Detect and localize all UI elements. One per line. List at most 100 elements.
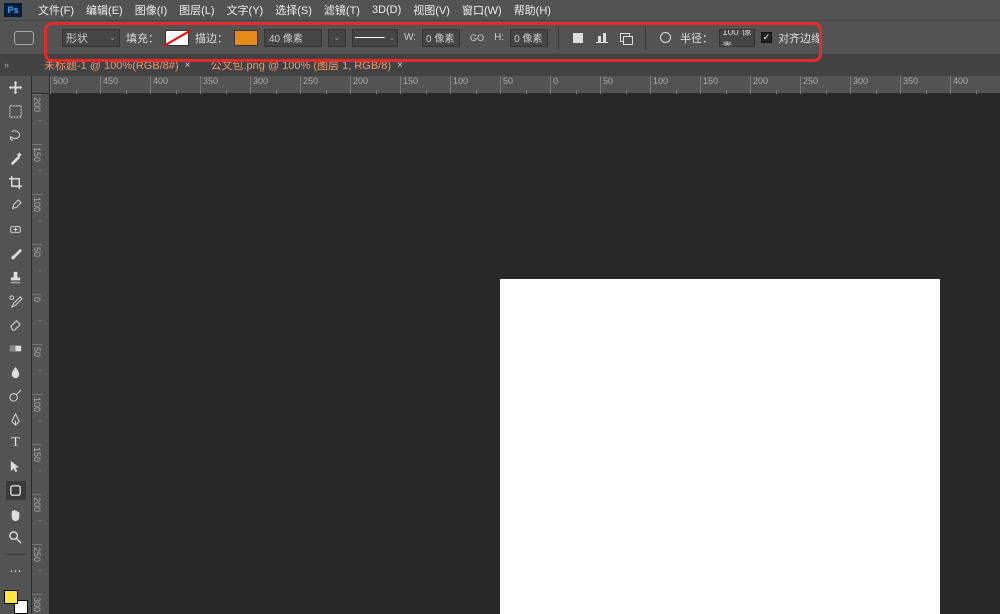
current-tool-icon[interactable]: [14, 31, 34, 45]
document-tab[interactable]: 公文包.png @ 100% (图层 1, RGB/8)×: [211, 57, 403, 73]
ruler-tick: 250: [32, 544, 42, 594]
divider: [6, 554, 26, 555]
ruler-vertical[interactable]: 20015010050050100150200250300350: [32, 94, 50, 614]
ruler-corner: [32, 76, 50, 94]
type-tool[interactable]: T: [6, 433, 26, 453]
dodge-tool[interactable]: [6, 386, 26, 406]
lasso-tool[interactable]: [6, 125, 26, 145]
fill-swatch[interactable]: [165, 30, 189, 46]
main-area: T ⋯ 500450400350300250200150100500501001…: [0, 76, 1000, 614]
square-icon: [573, 33, 583, 43]
tool-mode-label: 形状: [66, 30, 88, 46]
document-tab-bar: 未标题-1 @ 100%(RGB/8#) × 公文包.png @ 100% (图层…: [0, 54, 1000, 76]
canvas-area: 5004504003503002502001501005005010015020…: [32, 76, 1000, 614]
ruler-tick: 300: [850, 76, 900, 94]
ruler-tick: 200: [750, 76, 800, 94]
menu-filter[interactable]: 滤镜(T): [318, 2, 366, 18]
path-align-button[interactable]: [593, 29, 611, 47]
ruler-tick: 350: [900, 76, 950, 94]
stroke-style-dropdown[interactable]: ⌄: [352, 29, 398, 47]
menu-select[interactable]: 选择(S): [269, 2, 318, 18]
align-edges-label: 对齐边缘: [778, 30, 822, 46]
edit-toolbar[interactable]: ⋯: [6, 561, 26, 581]
ruler-tick: 250: [800, 76, 850, 94]
align-edges-checkbox[interactable]: ✓: [761, 32, 772, 43]
ruler-tick: 150: [32, 444, 42, 494]
shape-tool[interactable]: [6, 481, 26, 501]
tab-label: 未标题-1 @ 100%(RGB/8#): [44, 57, 179, 73]
stroke-swatch[interactable]: [234, 30, 258, 46]
chevron-down-icon: ⌄: [389, 33, 396, 42]
tool-mode-dropdown[interactable]: 形状⌄: [62, 29, 120, 47]
ruler-tick: 200: [350, 76, 400, 94]
zoom-tool[interactable]: [6, 528, 26, 548]
ruler-tick: 450: [100, 76, 150, 94]
canvas-viewport[interactable]: [50, 94, 1000, 614]
marquee-tool[interactable]: [6, 102, 26, 122]
menu-window[interactable]: 窗口(W): [456, 2, 508, 18]
radius-input[interactable]: 100 像素: [719, 29, 755, 47]
menu-3d[interactable]: 3D(D): [366, 4, 407, 16]
stroke-width-dropdown[interactable]: ⌄: [328, 29, 346, 47]
ruler-tick: 300: [32, 594, 42, 614]
menu-edit[interactable]: 编辑(E): [80, 2, 129, 18]
crop-tool[interactable]: [6, 173, 26, 193]
ruler-tick: 400: [150, 76, 200, 94]
radius-label: 半径：: [680, 30, 713, 46]
height-input[interactable]: 0 像素: [510, 29, 548, 47]
hand-tool[interactable]: [6, 504, 26, 524]
menu-layer[interactable]: 图层(L): [173, 2, 220, 18]
gear-icon: [660, 32, 671, 43]
ruler-tick: 100: [32, 194, 42, 244]
path-select-tool[interactable]: [6, 457, 26, 477]
color-swatches[interactable]: [4, 590, 28, 614]
toolbox: T ⋯: [0, 76, 32, 614]
options-bar: 形状⌄ 填充： 描边： 40 像素 ⌄ ⌄ W: 0 像素 GO H: 0 像素…: [0, 20, 1000, 54]
close-icon[interactable]: ×: [397, 60, 403, 71]
ruler-tick: 150: [32, 144, 42, 194]
ruler-tick: 500: [50, 76, 100, 94]
ruler-tick: 0: [32, 294, 42, 344]
menu-type[interactable]: 文字(Y): [221, 2, 270, 18]
heal-tool[interactable]: [6, 220, 26, 240]
ruler-tick: 300: [250, 76, 300, 94]
path-ops-button[interactable]: [569, 29, 587, 47]
stroke-width-input[interactable]: 40 像素: [264, 29, 322, 47]
stroke-label: 描边：: [195, 30, 228, 46]
stamp-tool[interactable]: [6, 268, 26, 288]
foreground-swatch[interactable]: [4, 590, 18, 604]
divider: [645, 27, 646, 49]
document-tab[interactable]: 未标题-1 @ 100%(RGB/8#) ×: [44, 57, 191, 73]
close-icon[interactable]: ×: [185, 60, 191, 71]
fill-label: 填充：: [126, 30, 159, 46]
ruler-tick: 50: [600, 76, 650, 94]
settings-button[interactable]: [656, 29, 674, 47]
menu-view[interactable]: 视图(V): [407, 2, 456, 18]
gradient-tool[interactable]: [6, 339, 26, 359]
blur-tool[interactable]: [6, 362, 26, 382]
menu-image[interactable]: 图像(I): [129, 2, 173, 18]
move-tool[interactable]: [6, 78, 26, 98]
ruler-tick: 50: [32, 344, 42, 394]
eraser-tool[interactable]: [6, 315, 26, 335]
ruler-horizontal[interactable]: 5004504003503002502001501005005010015020…: [50, 76, 1000, 94]
ruler-tick: 250: [300, 76, 350, 94]
chevron-down-icon: ⌄: [334, 33, 341, 42]
menu-help[interactable]: 帮助(H): [508, 2, 557, 18]
width-input[interactable]: 0 像素: [422, 29, 460, 47]
divider: [558, 27, 559, 49]
align-icon: [596, 33, 608, 43]
path-arrange-button[interactable]: [617, 29, 635, 47]
pen-tool[interactable]: [6, 410, 26, 430]
height-label: H:: [494, 32, 504, 43]
arrange-icon: [620, 33, 632, 43]
artboard[interactable]: [500, 279, 940, 614]
brush-tool[interactable]: [6, 244, 26, 264]
wand-tool[interactable]: [6, 149, 26, 169]
ruler-tick: 350: [200, 76, 250, 94]
history-brush-tool[interactable]: [6, 291, 26, 311]
eyedropper-tool[interactable]: [6, 196, 26, 216]
ruler-tick: 0: [550, 76, 600, 94]
menu-file[interactable]: 文件(F): [32, 2, 80, 18]
link-wh-button[interactable]: GO: [466, 33, 488, 43]
